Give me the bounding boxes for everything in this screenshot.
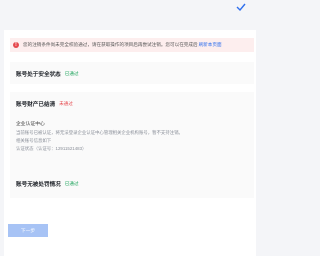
status-badge: 已通过 xyxy=(64,71,79,76)
property-title: 账号财产已结清 未通过 xyxy=(16,100,74,108)
error-icon: ! xyxy=(13,42,19,48)
alert-text: 您的注销条件尚未完全校验通过，请在获取操作的项目后再尝试注销。您可以在完成后 xyxy=(23,42,198,47)
property-section: 账号财产已结清 未通过 企业认证中心 当前账号已被认证，将无法登录企业认证中心管… xyxy=(10,92,254,176)
refresh-link[interactable]: 刷新本页面 xyxy=(199,42,222,48)
property-title-text: 账号财产已结清 xyxy=(16,102,56,108)
enterprise-cert-note: 相关账号信息如下 xyxy=(16,138,52,143)
check-icon xyxy=(234,0,248,13)
risk-title-text: 账号无被处罚情况 xyxy=(16,182,61,188)
security-section: 账号处于安全状态 已通过 xyxy=(10,62,254,84)
status-badge: 已通过 xyxy=(64,181,79,186)
enterprise-cert-title: 企业认证中心 xyxy=(16,122,45,127)
verification-alert: ! 您的注销条件尚未完全校验通过，请在获取操作的项目后再尝试注销。您可以在完成后… xyxy=(10,38,254,52)
next-step-button[interactable]: 下一步 xyxy=(8,224,48,237)
risk-title: 账号无被处罚情况 已通过 xyxy=(16,180,80,188)
top-strip xyxy=(0,0,256,18)
enterprise-cert-desc: 当前账号已被认证，将无法登录企业认证中心管理相关企业机构账号，暂不支持注销。 xyxy=(16,130,183,135)
security-title-text: 账号处于安全状态 xyxy=(16,72,61,78)
enterprise-cert-ref: 认证状态（认证号：12911521483） xyxy=(16,146,87,151)
risk-section: 账号无被处罚情况 已通过 xyxy=(10,176,254,198)
security-title: 账号处于安全状态 已通过 xyxy=(16,70,80,78)
status-badge: 未通过 xyxy=(59,101,73,106)
cancellation-check-card: ! 您的注销条件尚未完全校验通过，请在获取操作的项目后再尝试注销。您可以在完成后… xyxy=(4,30,256,256)
